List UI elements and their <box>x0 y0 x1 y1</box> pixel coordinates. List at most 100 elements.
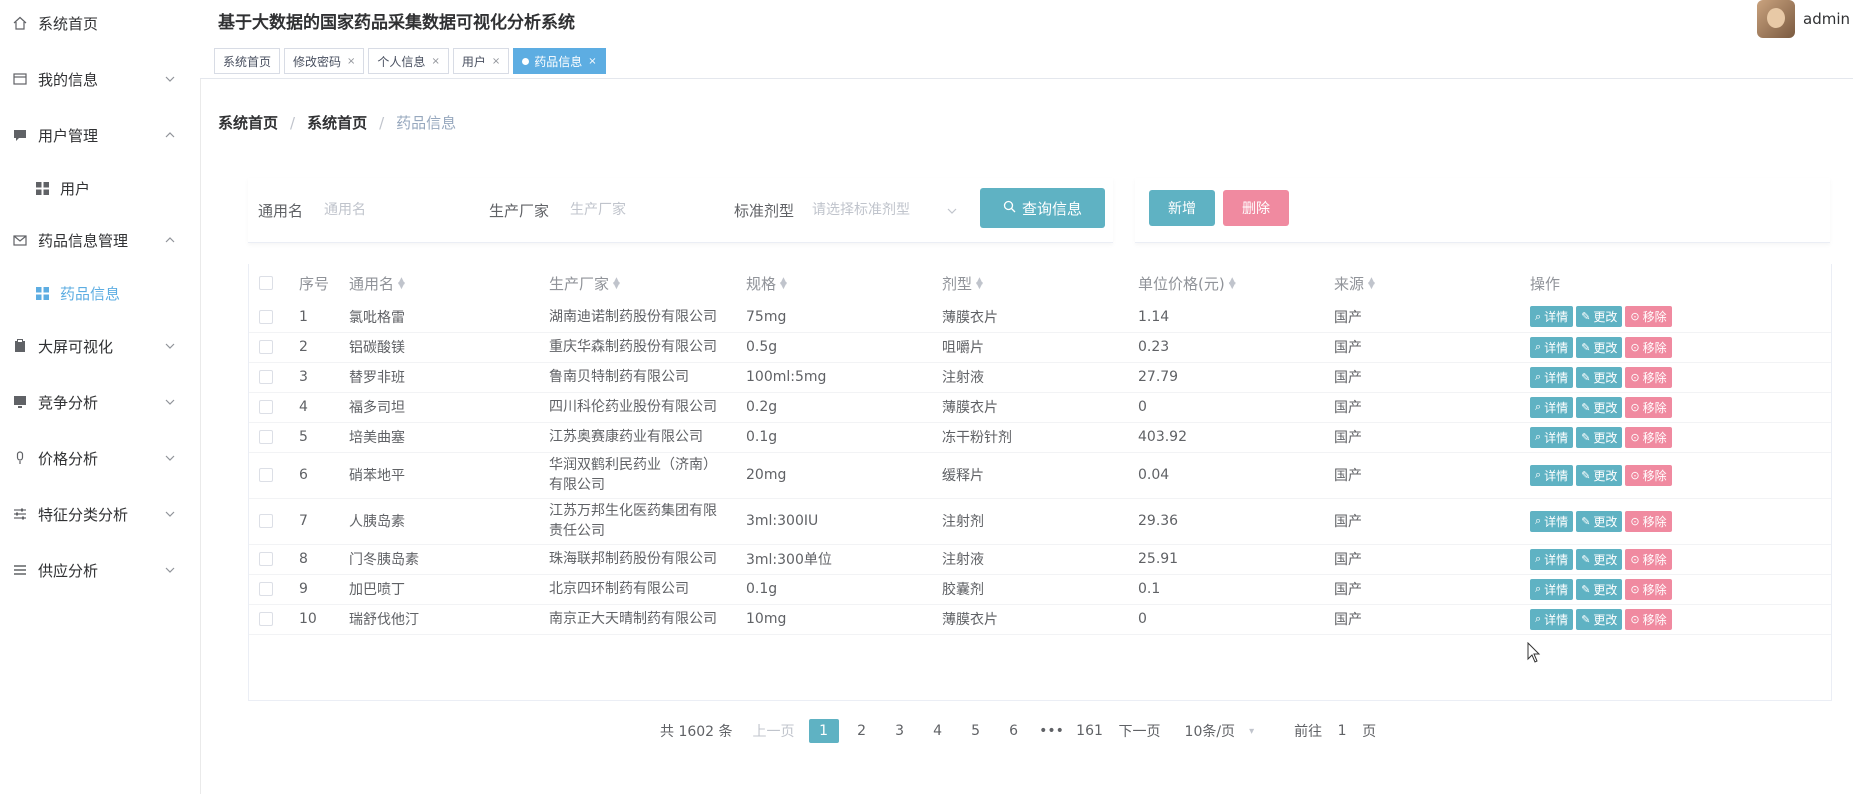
goto-page-input[interactable]: 1 <box>1322 723 1362 739</box>
next-page-button[interactable]: 下一页 <box>1119 721 1161 741</box>
remove-button[interactable]: ⊙ 移除 <box>1625 426 1672 448</box>
sidebar-item-user-mgmt[interactable]: 用户管理 <box>0 113 200 157</box>
breadcrumb-item[interactable]: 系统首页 <box>307 112 367 133</box>
sort-icon[interactable]: ▲ ▼ <box>613 277 620 291</box>
column-header[interactable]: 来源 ▲ ▼ <box>1334 264 1530 302</box>
page-button[interactable]: 5 <box>961 719 991 743</box>
goto-suffix: 页 <box>1362 724 1377 740</box>
edit-button[interactable]: ✎ 更改 <box>1576 306 1623 328</box>
sort-icon[interactable]: ▲ ▼ <box>1229 277 1236 291</box>
sidebar-item-price[interactable]: 价格分析 <box>0 436 200 480</box>
sidebar-item-supply[interactable]: 供应分析 <box>0 548 200 592</box>
column-header[interactable]: 通用名 ▲ ▼ <box>349 264 549 302</box>
close-icon[interactable]: × <box>588 56 596 67</box>
page-size-select[interactable]: 10条/页 ▾ <box>1185 721 1255 741</box>
avatar[interactable] <box>1757 0 1795 38</box>
tab-change-password[interactable]: 修改密码 × <box>284 48 365 74</box>
column-header[interactable]: 单位价格(元) ▲ ▼ <box>1138 264 1334 302</box>
row-checkbox[interactable] <box>259 612 273 626</box>
sort-icon[interactable]: ▲ ▼ <box>976 277 983 291</box>
remove-button[interactable]: ⊙ 移除 <box>1625 608 1672 630</box>
edit-button[interactable]: ✎ 更改 <box>1576 426 1623 448</box>
row-index: 2 <box>299 332 349 363</box>
detail-button[interactable]: ⌕ 详情 <box>1530 548 1574 570</box>
sort-icon[interactable]: ▲ ▼ <box>398 277 405 291</box>
column-header[interactable]: 剂型 ▲ ▼ <box>942 264 1138 302</box>
edit-button[interactable]: ✎ 更改 <box>1576 510 1623 532</box>
sidebar-item-home[interactable]: 系统首页 <box>0 1 200 45</box>
row-checkbox[interactable] <box>259 552 273 566</box>
sidebar-item-drug-mgmt[interactable]: 药品信息管理 <box>0 218 200 262</box>
more-pages-button[interactable]: ••• <box>1037 719 1067 743</box>
tab-users[interactable]: 用户 × <box>452 48 510 74</box>
page-button[interactable]: 4 <box>923 719 953 743</box>
remove-button[interactable]: ⊙ 移除 <box>1625 548 1672 570</box>
page-button[interactable]: 161 <box>1075 719 1105 743</box>
row-checkbox[interactable] <box>259 370 273 384</box>
sidebar-item-users[interactable]: 用户 <box>0 166 200 210</box>
query-button[interactable]: 查询信息 <box>980 188 1105 228</box>
column-header[interactable]: 规格 ▲ ▼ <box>746 264 942 302</box>
remove-button[interactable]: ⊙ 移除 <box>1625 578 1672 600</box>
detail-button[interactable]: ⌕ 详情 <box>1530 426 1574 448</box>
breadcrumb-item[interactable]: 系统首页 <box>218 112 278 133</box>
row-checkbox[interactable] <box>259 309 273 324</box>
close-icon[interactable]: × <box>347 56 355 67</box>
row-checkbox[interactable] <box>259 400 273 414</box>
dosage-form-cell: 冻干粉针剂 <box>942 422 1138 453</box>
detail-button[interactable]: ⌕ 详情 <box>1530 396 1574 418</box>
prev-page-button[interactable]: 上一页 <box>753 721 795 741</box>
generic-name-input[interactable] <box>322 190 476 230</box>
sidebar-item-bigscreen[interactable]: 大屏可视化 <box>0 324 200 368</box>
page-button[interactable]: 1 <box>808 719 839 743</box>
remove-button[interactable]: ⊙ 移除 <box>1625 396 1672 418</box>
edit-button[interactable]: ✎ 更改 <box>1576 396 1623 418</box>
edit-button[interactable]: ✎ 更改 <box>1576 608 1623 630</box>
tab-home[interactable]: 系统首页 <box>214 48 281 74</box>
remove-button[interactable]: ⊙ 移除 <box>1625 464 1672 486</box>
row-checkbox[interactable] <box>259 340 273 354</box>
edit-button[interactable]: ✎ 更改 <box>1576 366 1623 388</box>
sidebar-item-drug-info[interactable]: 药品信息 <box>0 271 200 315</box>
page-button[interactable]: 2 <box>847 719 877 743</box>
tab-personal-info[interactable]: 个人信息 × <box>368 48 449 74</box>
column-header[interactable]: 生产厂家 ▲ ▼ <box>549 264 746 302</box>
select-all-checkbox[interactable] <box>259 276 273 290</box>
sort-icon[interactable]: ▲ ▼ <box>1368 277 1375 291</box>
add-button[interactable]: 新增 <box>1149 190 1215 226</box>
dosage-form-select[interactable] <box>810 190 954 230</box>
sidebar-item-feature[interactable]: 特征分类分析 <box>0 492 200 536</box>
user-name[interactable]: admin <box>1803 10 1850 28</box>
row-checkbox[interactable] <box>259 430 273 444</box>
detail-button[interactable]: ⌕ 详情 <box>1530 578 1574 600</box>
edit-button[interactable]: ✎ 更改 <box>1576 548 1623 570</box>
page-button[interactable]: 3 <box>885 719 915 743</box>
remove-button[interactable]: ⊙ 移除 <box>1625 366 1672 388</box>
edit-button[interactable]: ✎ 更改 <box>1576 464 1623 486</box>
tab-drug-info[interactable]: 药品信息 × <box>513 48 606 74</box>
manufacturer-cell: 鲁南贝特制药有限公司 <box>549 362 746 393</box>
row-checkbox[interactable] <box>259 468 273 482</box>
detail-button[interactable]: ⌕ 详情 <box>1530 306 1574 328</box>
edit-button[interactable]: ✎ 更改 <box>1576 578 1623 600</box>
drug-table: 序号 通用名 ▲ ▼ 生产厂家 ▲ ▼ 规格 ▲ ▼ 剂型 ▲ ▼ 单位价格(元) ▲ ▼ 来源 ▲ ▼… <box>248 264 1832 701</box>
detail-button[interactable]: ⌕ 详情 <box>1530 608 1574 630</box>
detail-button[interactable]: ⌕ 详情 <box>1530 510 1574 532</box>
detail-button[interactable]: ⌕ 详情 <box>1530 366 1574 388</box>
manufacturer-input[interactable] <box>568 190 722 230</box>
page-button[interactable]: 6 <box>999 719 1029 743</box>
delete-button[interactable]: 删除 <box>1223 190 1289 226</box>
row-checkbox[interactable] <box>259 514 273 528</box>
remove-button[interactable]: ⊙ 移除 <box>1625 306 1672 328</box>
close-icon[interactable]: × <box>431 56 439 67</box>
sidebar-item-competition[interactable]: 竞争分析 <box>0 380 200 424</box>
sidebar-item-my-info[interactable]: 我的信息 <box>0 57 200 101</box>
close-icon[interactable]: × <box>492 56 500 67</box>
detail-button[interactable]: ⌕ 详情 <box>1530 464 1574 486</box>
sort-icon[interactable]: ▲ ▼ <box>780 277 787 291</box>
edit-button[interactable]: ✎ 更改 <box>1576 336 1623 358</box>
detail-button[interactable]: ⌕ 详情 <box>1530 336 1574 358</box>
remove-button[interactable]: ⊙ 移除 <box>1625 510 1672 532</box>
row-checkbox[interactable] <box>259 582 273 596</box>
remove-button[interactable]: ⊙ 移除 <box>1625 336 1672 358</box>
